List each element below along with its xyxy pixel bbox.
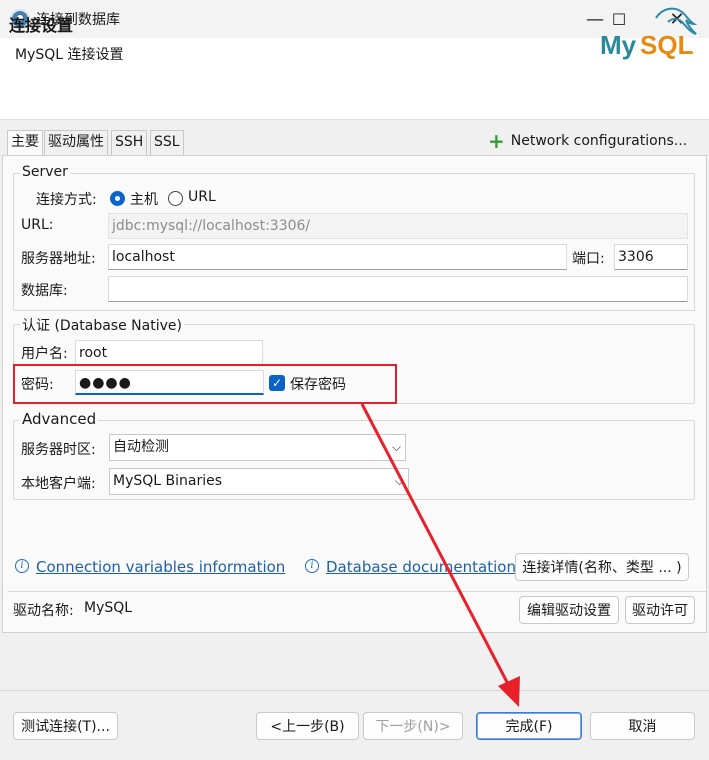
advanced-legend: Advanced bbox=[20, 410, 99, 428]
driver-license-button[interactable]: 驱动许可 bbox=[625, 596, 695, 624]
mysql-logo: My SQL bbox=[600, 7, 698, 60]
edit-driver-settings-button[interactable]: 编辑驱动设置 bbox=[519, 596, 619, 624]
connection-details-button[interactable]: 连接详情(名称、类型 ... ) bbox=[515, 553, 689, 581]
info-icon: i bbox=[15, 559, 29, 573]
url-label: URL: bbox=[21, 217, 54, 233]
next-button[interactable]: 下一步(N)> bbox=[363, 712, 463, 740]
radio-host[interactable] bbox=[110, 191, 125, 206]
plus-icon: + bbox=[488, 129, 505, 153]
client-label: 本地客户端: bbox=[21, 476, 96, 492]
network-configurations-label: Network configurations... bbox=[510, 133, 688, 149]
host-label: 服务器地址: bbox=[21, 251, 96, 267]
driver-name-value: MySQL bbox=[84, 600, 133, 616]
username-field[interactable]: root bbox=[75, 340, 263, 365]
highlight-annotation-box bbox=[13, 364, 397, 404]
auth-legend: 认证 (Database Native) bbox=[20, 315, 184, 335]
radio-url[interactable] bbox=[168, 191, 183, 206]
footer-divider bbox=[0, 690, 709, 691]
port-field[interactable]: 3306 bbox=[614, 244, 688, 270]
local-client-value: MySQL Binaries bbox=[113, 473, 223, 489]
local-client-select[interactable]: MySQL Binaries ⌵ bbox=[109, 468, 409, 495]
database-field[interactable] bbox=[108, 276, 688, 302]
timezone-select[interactable]: 自动检测 ⌵ bbox=[109, 434, 406, 461]
tab-main[interactable]: 主要 bbox=[7, 130, 43, 156]
cancel-button[interactable]: 取消 bbox=[590, 712, 695, 740]
port-label: 端口: bbox=[572, 251, 605, 267]
tab-driver-properties[interactable]: 驱动属性 bbox=[44, 130, 108, 155]
url-field[interactable]: jdbc:mysql://localhost:3306/ bbox=[108, 213, 688, 239]
radio-url-label[interactable]: URL bbox=[188, 189, 216, 205]
radio-host-label[interactable]: 主机 bbox=[130, 189, 158, 209]
host-field[interactable]: localhost bbox=[108, 244, 567, 270]
username-label: 用户名: bbox=[21, 346, 68, 362]
svg-text:SQL: SQL bbox=[640, 30, 694, 60]
svg-text:My: My bbox=[600, 30, 637, 60]
test-connection-button[interactable]: 测试连接(T)... bbox=[13, 712, 118, 740]
page-title: 连接设置 bbox=[9, 16, 74, 35]
connect-mode-label: 连接方式: bbox=[36, 192, 97, 208]
connection-variables-link[interactable]: Connection variables information bbox=[36, 558, 285, 576]
page-subtitle: MySQL 连接设置 bbox=[15, 47, 124, 63]
timezone-label: 服务器时区: bbox=[21, 442, 96, 458]
info-icon: i bbox=[305, 559, 319, 573]
driver-name-label: 驱动名称: bbox=[13, 603, 74, 619]
chevron-down-icon: ⌵ bbox=[391, 440, 401, 454]
server-legend: Server bbox=[20, 164, 70, 180]
chevron-down-icon: ⌵ bbox=[394, 474, 404, 488]
network-configurations-button[interactable]: + Network configurations... bbox=[488, 129, 688, 153]
back-button[interactable]: <上一步(B) bbox=[256, 712, 359, 740]
tab-ssh[interactable]: SSH bbox=[111, 130, 148, 155]
database-documentation-link[interactable]: Database documentation bbox=[326, 558, 516, 576]
finish-button[interactable]: 完成(F) bbox=[476, 712, 582, 740]
database-label: 数据库: bbox=[21, 283, 68, 299]
timezone-value: 自动检测 bbox=[113, 439, 169, 455]
tab-ssl[interactable]: SSL bbox=[150, 130, 184, 155]
